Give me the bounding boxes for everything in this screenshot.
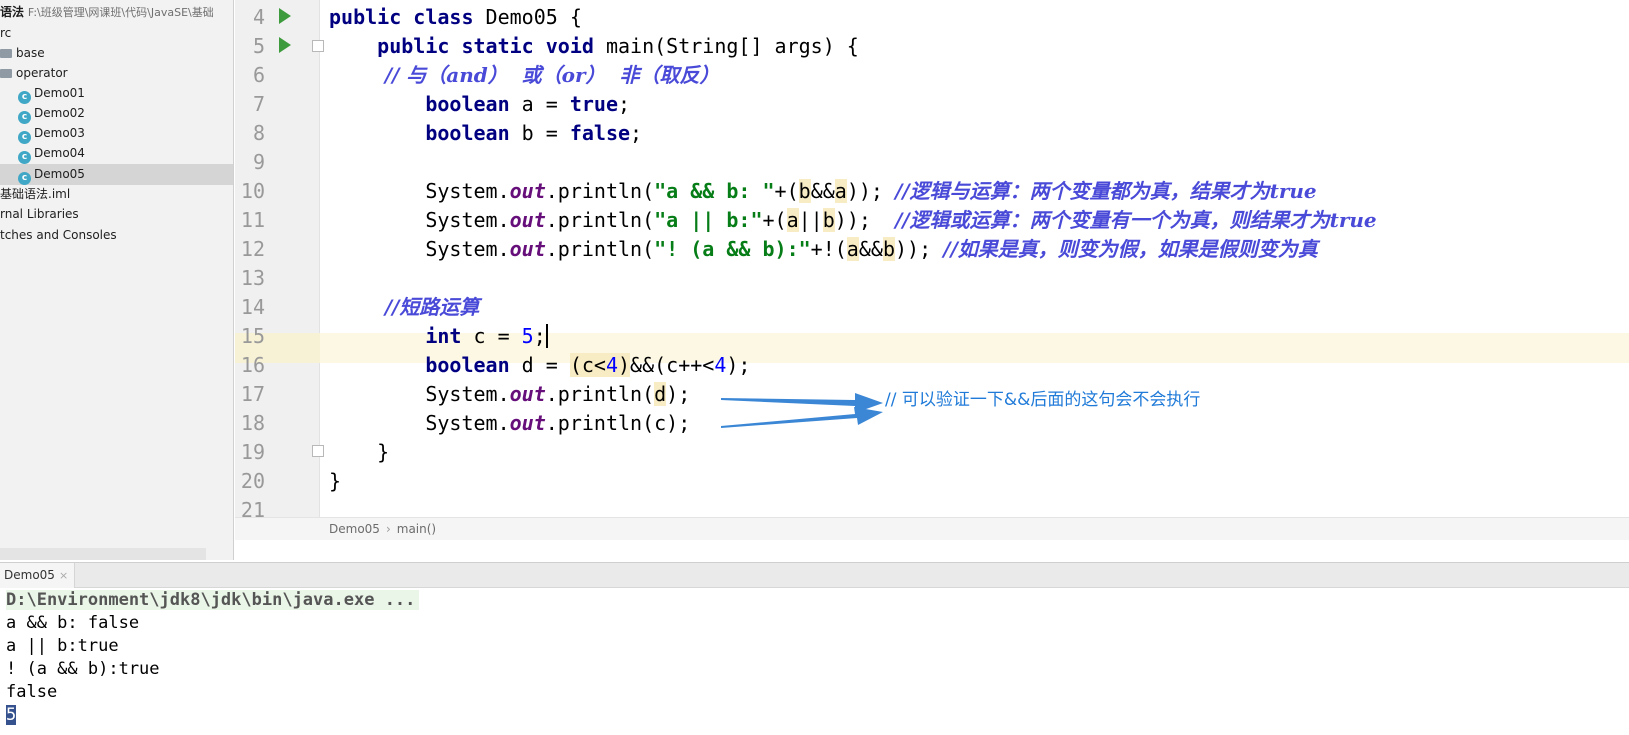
project-tree: 语法 F:\班级管理\网课班\代码\JavaSE\基础 rc base oper…: [0, 0, 234, 560]
tree-src[interactable]: rc: [0, 23, 233, 44]
file-label: Demo01: [34, 86, 85, 100]
tree-folder-base[interactable]: base: [0, 43, 233, 64]
folder-label: operator: [16, 66, 68, 80]
console-selected-text: 5: [6, 705, 17, 725]
folder-label: base: [16, 46, 45, 60]
run-tab-label: Demo05: [4, 568, 55, 582]
folder-icon: [0, 69, 12, 78]
tree-src-label: rc: [0, 26, 12, 40]
arrow-to-annotation: [721, 407, 883, 428]
tree-file-demo01[interactable]: c Demo01: [0, 83, 233, 104]
scratches-label: tches and Consoles: [0, 228, 117, 242]
close-icon[interactable]: ×: [59, 569, 68, 582]
breadcrumb: Demo05 › main(): [235, 517, 1629, 540]
sidebar-scrollbar[interactable]: [0, 548, 206, 560]
annotation-text: // 可以验证一下&&后面的这句会不会执行: [885, 390, 1201, 410]
project-root[interactable]: 语法 F:\班级管理\网课班\代码\JavaSE\基础: [0, 2, 233, 23]
run-tab-bar: Demo05 ×: [0, 562, 1629, 588]
file-label: Demo02: [34, 106, 85, 120]
console-line: a && b: false: [6, 613, 140, 633]
tree-external-libraries[interactable]: rnal Libraries: [0, 204, 233, 225]
file-label: Demo03: [34, 126, 85, 140]
console-command: D:\Environment\jdk8\jdk\bin\java.exe ...: [6, 590, 420, 610]
console-line: 5: [6, 703, 17, 727]
project-name: 语法: [0, 5, 25, 19]
code-editor[interactable]: 4 5 6 7 8 9 10 11 12 13 14 15 16 17 18 19 20 21 public cl…: [235, 0, 1629, 536]
tree-file-demo04[interactable]: c Demo04: [0, 143, 233, 164]
run-tab-demo05[interactable]: Demo05 ×: [0, 563, 76, 588]
console-line: a || b:true: [6, 636, 119, 656]
console-line: D:\Environment\jdk8\jdk\bin\java.exe ...: [6, 588, 420, 612]
file-label: Demo04: [34, 146, 85, 160]
annotation-arrows: [721, 393, 883, 428]
run-console[interactable]: D:\Environment\jdk8\jdk\bin\java.exe ...…: [0, 588, 1629, 735]
breadcrumb-method[interactable]: main(): [397, 522, 436, 536]
chevron-right-icon: ›: [385, 522, 391, 536]
folder-icon: [0, 49, 12, 58]
tree-file-demo05[interactable]: c Demo05: [0, 164, 233, 185]
external-libraries-label: rnal Libraries: [0, 207, 79, 221]
console-line: false: [6, 682, 58, 702]
project-path: F:\班级管理\网课班\代码\JavaSE\基础: [27, 6, 214, 19]
tree-folder-operator[interactable]: operator: [0, 63, 233, 84]
console-line: ! (a && b):true: [6, 659, 160, 679]
breadcrumb-class[interactable]: Demo05: [329, 522, 380, 536]
class-icon: c: [18, 151, 31, 164]
tree-scratches[interactable]: tches and Consoles: [0, 225, 233, 246]
iml-label: 基础语法.iml: [0, 187, 71, 201]
file-label: Demo05: [34, 167, 85, 181]
tree-file-demo03[interactable]: c Demo03: [0, 123, 233, 144]
tree-file-demo02[interactable]: c Demo02: [0, 103, 233, 124]
tree-iml-file[interactable]: 基础语法.iml: [0, 184, 233, 205]
